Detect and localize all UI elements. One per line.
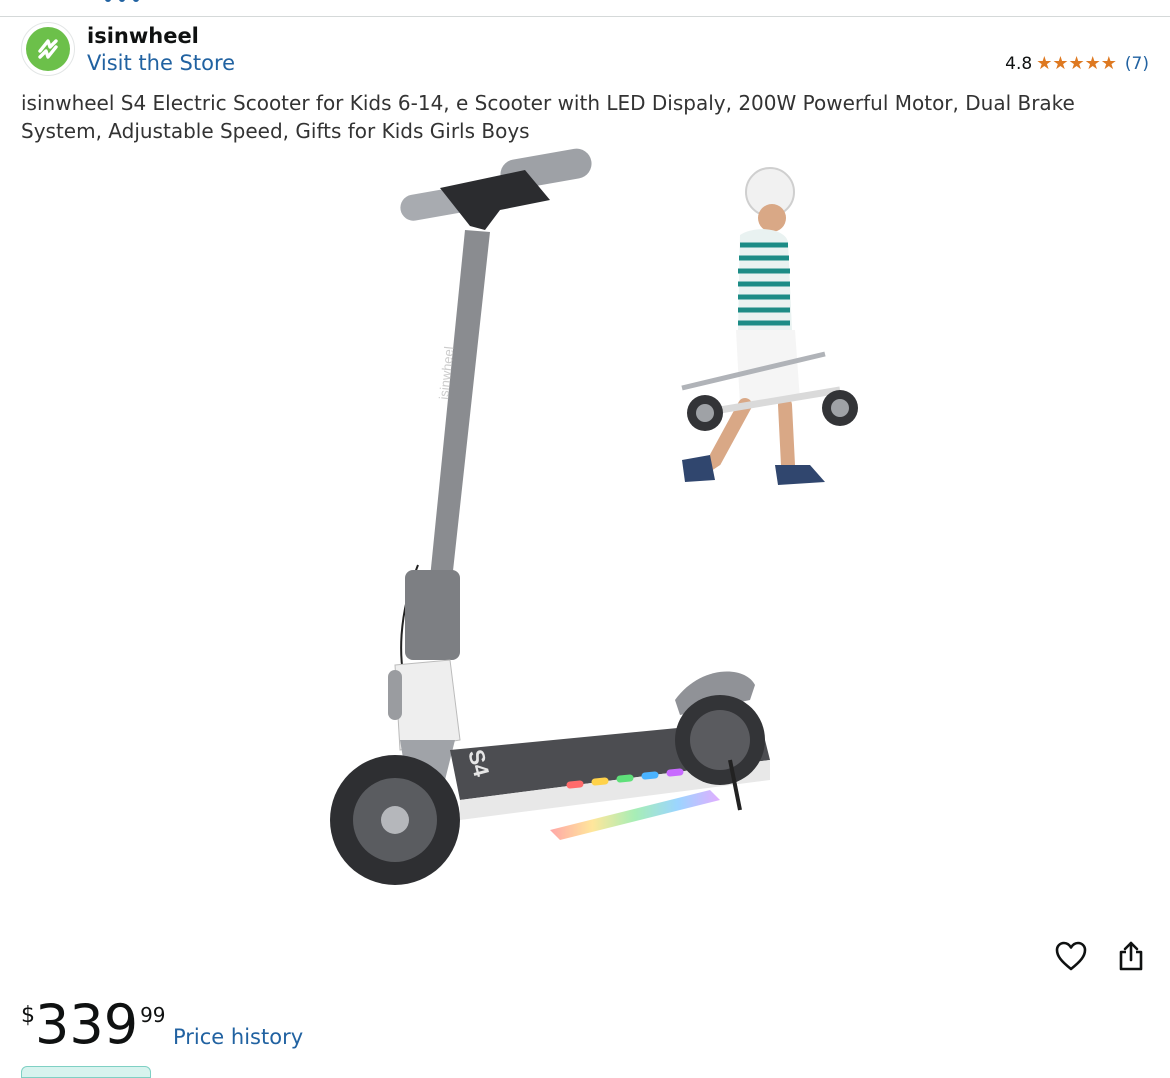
share-button[interactable]: [1111, 936, 1151, 976]
isinwheel-logo-icon: [38, 39, 58, 59]
rating-summary[interactable]: 4.8 ★ ★ ★ ★ ★ (7): [1005, 54, 1149, 74]
star-icon: ★: [1100, 53, 1117, 74]
store-name: isinwheel: [87, 24, 199, 48]
star-icon: ★: [1052, 53, 1069, 74]
visit-store-link[interactable]: Visit the Store: [87, 51, 235, 75]
share-icon: [1119, 941, 1143, 971]
star-icon: ★: [1068, 53, 1085, 74]
price-whole: 339: [35, 993, 139, 1056]
scooter-illustration: isinwheel S4: [330, 148, 858, 885]
product-title: isinwheel S4 Electric Scooter for Kids 6…: [21, 91, 1075, 143]
price-fraction: 99: [140, 1003, 166, 1027]
star-rating: ★ ★ ★ ★ ★: [1036, 55, 1117, 73]
price-currency: $: [21, 1003, 35, 1028]
heart-icon: [1055, 941, 1087, 971]
wishlist-button[interactable]: [1051, 936, 1091, 976]
previous-section-cutoff: [0, 0, 1170, 17]
price-history-link[interactable]: Price history: [173, 1025, 303, 1049]
star-icon: ★: [1036, 53, 1053, 74]
product-image[interactable]: isinwheel S4: [300, 140, 880, 910]
price: $ 339 99: [21, 995, 166, 1055]
rating-value: 4.8: [1005, 54, 1033, 74]
star-icon: ★: [1084, 53, 1101, 74]
next-section-cutoff: [21, 1066, 151, 1078]
review-count-link[interactable]: (7): [1125, 54, 1149, 74]
store-logo[interactable]: [21, 22, 75, 76]
